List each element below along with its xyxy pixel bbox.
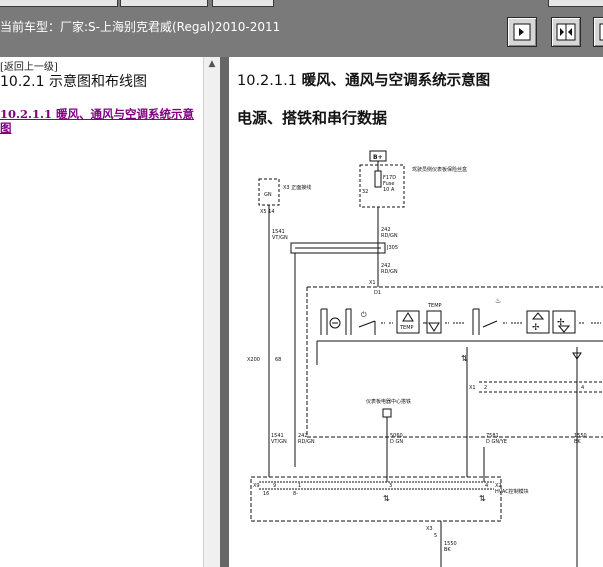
- mid-conn-pin-1: 2: [484, 385, 487, 391]
- x3-pin: 5: [434, 533, 437, 539]
- defrost-icon: ♨: [495, 297, 501, 305]
- wire-fuse-out-color: RD/GN: [381, 233, 398, 239]
- wire-b1-color: VT/GN: [271, 439, 287, 445]
- section-title: 10.2.1 示意图和布线图: [0, 74, 147, 90]
- title-bar: 当前车型：厂家:S-上海别克君威(Regal)2010-2011: [0, 0, 603, 57]
- subsection-link[interactable]: 10.2.1.1 暖风、通风与空调系统示意图: [0, 107, 200, 135]
- bottom-connector-block: [250, 476, 502, 522]
- bottom-arrow-icon-2: ⇅: [479, 494, 486, 503]
- wire-splice-out-color: RD/GN: [381, 269, 398, 275]
- module-top-conn: X1: [369, 280, 376, 286]
- fuse-note: 驾驶员侧仪表板保险丝盒: [412, 166, 467, 173]
- left-connector-pin: X5 14: [260, 209, 275, 215]
- page-title: 10.2.1.1 暖风、通风与空调系统示意图: [237, 69, 490, 90]
- side-conn-pin: 68: [275, 357, 281, 363]
- temp-up-label: TEMP: [399, 325, 414, 331]
- fuse-pin: 32: [362, 189, 368, 195]
- bottom-module-note: HVAC控制模块: [495, 488, 529, 495]
- side-conn: X200: [247, 357, 260, 363]
- temp-up-icon: [402, 312, 414, 322]
- panel-toggle-button[interactable]: [593, 17, 603, 47]
- left-connector-note: X3 正面接线: [283, 184, 311, 191]
- bottom-conn-left-pin-2: 9: [273, 483, 276, 489]
- top-tab-2[interactable]: [120, 0, 208, 7]
- mid-conn-pin-2: 4: [581, 385, 584, 391]
- single-pane-button[interactable]: [507, 17, 537, 47]
- top-tab-1[interactable]: [0, 0, 118, 7]
- top-tab-3[interactable]: [212, 0, 274, 7]
- current-vehicle-label: 当前车型：厂家:S-上海别克君威(Regal)2010-2011: [0, 20, 281, 34]
- bottom-arrow-icon-1: ⇅: [383, 494, 390, 503]
- wire-b4-color: D GN/YE: [486, 439, 507, 445]
- bottom-conn-pin-1: 1: [298, 483, 301, 489]
- navigation-pane: [返回上一级] 10.2.1 示意图和布线图 10.2.1.1 暖风、通风与空调…: [0, 57, 203, 567]
- control-switch-row: ⏻ TEMP TEMP ♨ ✢ ✢: [320, 297, 601, 335]
- ground-device: [382, 408, 392, 418]
- bottom-conn-left: X9: [253, 483, 260, 489]
- panel-toggle-icon: [599, 23, 603, 41]
- split-pane-icon: [556, 23, 576, 41]
- wiring-schematic: B+ 驾驶员侧仪表板保险丝盒 F17D Fuse 10 A 32 X3 正面接线…: [247, 150, 603, 567]
- temp-down-label: TEMP: [427, 303, 442, 309]
- wire-left-top-color: VT/GN: [272, 235, 288, 241]
- temp-down-icon: [428, 322, 440, 332]
- split-pane-button[interactable]: [551, 17, 581, 47]
- fan-up-icon: ✢: [532, 323, 540, 333]
- wire-b2-color: RD/GN: [298, 439, 315, 445]
- power-icon: ⏻: [361, 311, 367, 319]
- wire-b3-color: D GN: [390, 439, 403, 445]
- wire-b5-color: BK: [574, 439, 581, 445]
- battery-label: B+: [373, 154, 383, 161]
- wire-bottom-color: BK: [444, 547, 451, 553]
- fuse-rating: 10 A: [383, 187, 395, 193]
- ground-note: 仪表板电器中心搭铁: [366, 398, 411, 405]
- scroll-up-arrow-icon[interactable]: ▲: [204, 59, 220, 73]
- content-pane: 10.2.1.1 暖风、通风与空调系统示意图 电源、搭铁和串行数据 B+ 驾驶员…: [229, 57, 603, 567]
- bottom-conn-left-pin-1: 16: [263, 491, 269, 497]
- bottom-conn-pin-3: 3: [389, 483, 392, 489]
- single-pane-icon: [513, 23, 531, 41]
- fuse: [374, 170, 382, 188]
- left-connector-code: GN: [264, 192, 272, 198]
- title-number: 10.2.1.1: [237, 73, 297, 89]
- vertical-scrollbar[interactable]: ▲: [203, 57, 220, 567]
- x3-label: X3: [426, 526, 433, 532]
- fuse-block: [359, 164, 405, 208]
- top-tab-4[interactable]: [548, 0, 603, 7]
- splice-label: J305: [386, 245, 398, 251]
- bottom-conn-pin-4: 4: [485, 483, 488, 489]
- temp-down-button-box: [426, 310, 442, 334]
- title-text: 暖风、通风与空调系统示意图: [301, 73, 491, 89]
- mid-conn: X1: [469, 385, 476, 391]
- mid-arrow-icon: ⇅: [461, 354, 468, 363]
- pane-splitter[interactable]: [220, 57, 229, 567]
- page-subtitle: 电源、搭铁和串行数据: [237, 109, 388, 127]
- module-top-pin: D1: [374, 290, 381, 296]
- bottom-conn-pin-2: 8-: [293, 491, 298, 497]
